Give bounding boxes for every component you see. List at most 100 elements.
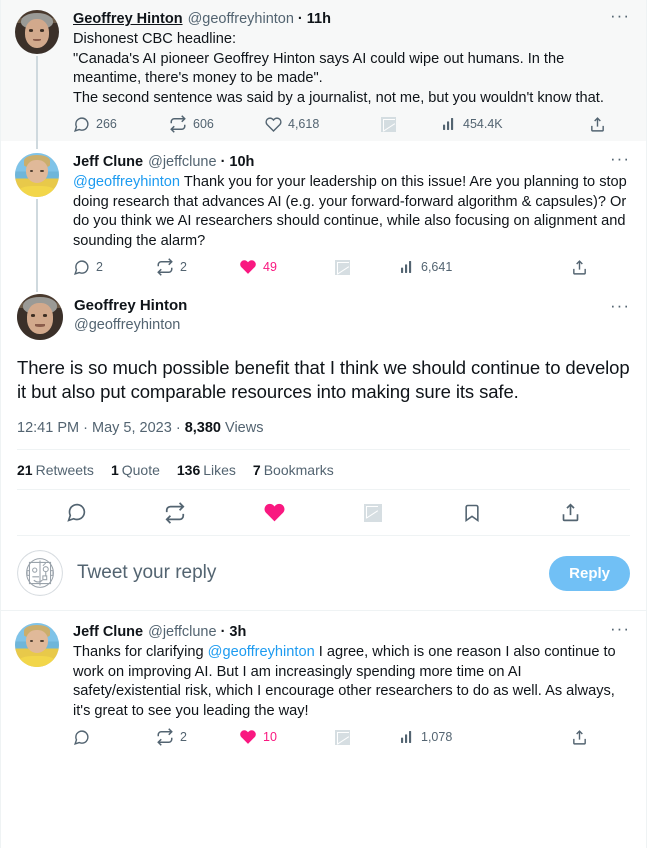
share-action[interactable] [521,502,620,523]
retweet-action[interactable]: 2 [156,728,239,746]
bookmarks-count: 7 [252,462,261,478]
author-name[interactable]: Jeff Clune [73,153,143,172]
avatar-jeff-clune[interactable] [15,153,59,197]
like-count: 49 [263,260,277,274]
author-name[interactable]: Geoffrey Hinton [74,296,187,315]
mention-link[interactable]: @geoffreyhinton [208,644,315,660]
retweet-count: 606 [193,117,214,131]
more-options-icon[interactable]: ··· [610,7,630,24]
separator-dot: · [220,624,226,640]
retweet-action[interactable]: 606 [169,115,265,133]
author-handle[interactable]: @jeffclune [148,623,216,642]
retweet-action[interactable]: 2 [156,258,239,276]
tweet-clune-question[interactable]: Jeff Clune @jeffclune · 10h ··· @geoffre… [1,141,646,292]
reply-action[interactable] [27,502,126,523]
bookmark-action[interactable] [422,503,521,523]
tweet-actions: 266 606 4,618 454.4K [73,115,628,133]
views-action[interactable]: 1,078 [399,729,452,745]
like-count: 10 [263,730,277,744]
avatar-image [15,10,59,54]
tweet-header: Jeff Clune @jeffclune · 10h [73,153,628,172]
share-action[interactable] [571,259,588,276]
quotes-count: 1 [110,462,119,478]
broken-image-action[interactable] [323,503,422,522]
thread-connector-line [36,56,38,149]
author-handle[interactable]: @jeffclune [148,153,216,172]
more-options-icon[interactable]: ··· [610,620,630,637]
author-block: Geoffrey Hinton @geoffreyhinton [63,294,187,335]
author-handle[interactable]: @geoffreyhinton [74,315,187,335]
broken-image-action[interactable] [335,259,399,275]
avatar-column [15,10,63,149]
view-count: 454.4K [463,117,503,131]
author-name[interactable]: Geoffrey Hinton [73,10,183,29]
stat-retweets[interactable]: 21 Retweets [17,462,94,478]
tweet-clune-reply[interactable]: Jeff Clune @jeffclune · 3h ··· Thanks fo… [1,611,646,754]
focused-tweet: Geoffrey Hinton @geoffreyhinton ··· Ther… [1,284,646,536]
robot-avatar[interactable] [17,550,63,596]
stat-likes[interactable]: 136 Likes [177,462,236,478]
thread-connector-line [36,199,38,292]
mention-link[interactable]: @geoffreyhinton [73,174,180,190]
like-action[interactable]: 4,618 [265,116,381,133]
share-icon [573,729,586,745]
retweet-action[interactable] [126,501,225,524]
separator-dot: · [297,11,303,27]
tweet-actions: 2 10 1,078 [73,728,628,746]
avatar-geoffrey-hinton[interactable] [15,10,59,54]
tweet-body: Jeff Clune @jeffclune · 3h ··· Thanks fo… [63,620,632,750]
reply-action[interactable]: 2 [73,259,156,276]
timestamp[interactable]: 3h [229,623,246,642]
views-action[interactable]: 454.4K [441,116,503,132]
views-action[interactable]: 6,641 [399,259,452,275]
analytics-icon [401,731,412,743]
tweet-text: @geoffreyhinton Thank you for your leade… [73,173,628,251]
like-count: 4,618 [288,117,320,131]
broken-image-icon [381,116,396,132]
tweet-text-line-3: The second sentence was said by a journa… [73,89,604,106]
avatar-image [15,153,59,197]
reply-button[interactable]: Reply [549,555,630,591]
share-action[interactable] [589,116,606,133]
avatar-geoffrey-hinton[interactable] [17,294,63,340]
bookmark-icon [465,504,479,522]
reply-icon [74,116,89,132]
likes-label: Likes [203,462,236,478]
timestamp[interactable]: 10h [229,153,254,172]
reply-action[interactable] [73,729,156,746]
meta-sep-2: · [175,420,181,436]
tweet-actions: 2 2 49 6,641 [73,258,628,276]
reply-input[interactable]: Tweet your reply [63,562,549,584]
reply-action[interactable]: 266 [73,116,169,133]
tweet-text: Thanks for clarifying @geoffreyhinton I … [73,643,628,721]
share-icon [573,259,586,275]
reply-count: 266 [96,117,117,131]
stat-quotes[interactable]: 1 Quote [111,462,160,478]
views-count: 8,380 [184,420,221,436]
reply-composer[interactable]: Tweet your reply Reply [1,536,646,610]
more-options-icon[interactable]: ··· [610,150,630,167]
broken-image-action[interactable] [381,116,441,132]
like-action[interactable]: 49 [239,258,335,276]
retweet-icon [157,728,173,746]
like-action[interactable] [225,501,324,524]
author-handle[interactable]: @geoffreyhinton [188,10,294,29]
tweet-hinton-root[interactable]: Geoffrey Hinton @geoffreyhinton · 11h ··… [1,0,646,149]
tweet-text-line-2: "Canada's AI pioneer Geoffrey Hinton say… [73,50,565,87]
author-name[interactable]: Jeff Clune [73,623,143,642]
reply-icon [67,503,86,522]
tweet-text-line-1: Dishonest CBC headline: [73,31,237,47]
share-action[interactable] [571,729,588,746]
reply-count: 2 [96,260,103,274]
engagement-stats: 21 Retweets 1 Quote 136 Likes 7 Bookmarks [17,450,630,489]
broken-image-icon [363,503,382,522]
share-icon [591,116,604,132]
avatar-jeff-clune[interactable] [15,623,59,667]
more-options-icon[interactable]: ··· [610,297,630,314]
tweet-thread-page: Geoffrey Hinton @geoffreyhinton · 11h ··… [0,0,647,848]
broken-image-action[interactable] [335,729,399,745]
timestamp[interactable]: 11h [307,10,331,29]
stat-bookmarks[interactable]: 7 Bookmarks [253,462,334,478]
like-action[interactable]: 10 [239,728,335,746]
likes-count: 136 [176,462,201,478]
